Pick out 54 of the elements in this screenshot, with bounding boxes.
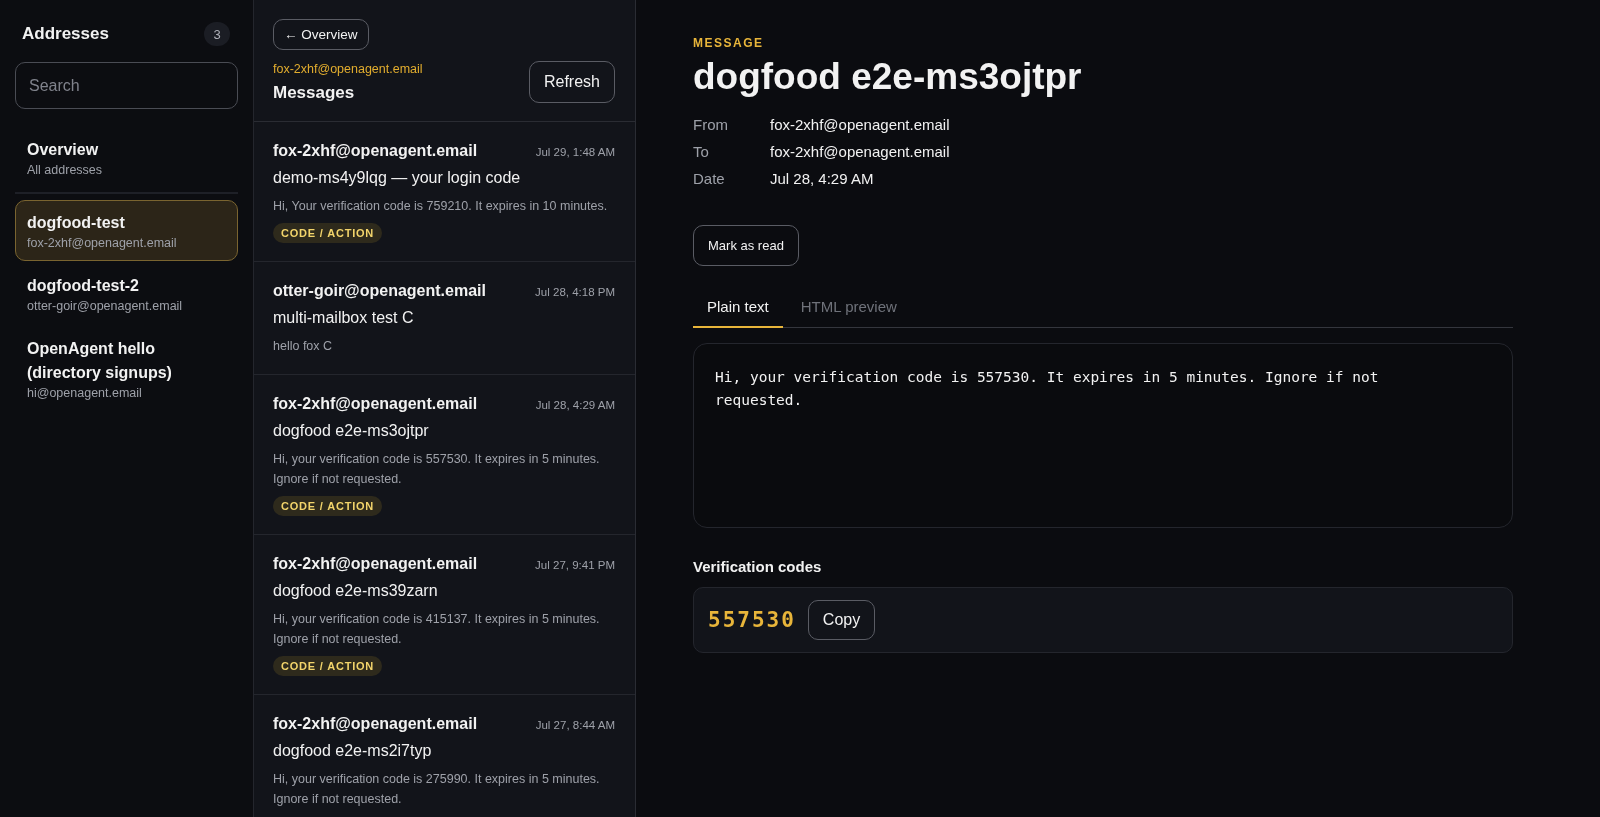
- sidebar-title: Addresses: [22, 24, 109, 44]
- verification-code: 557530: [708, 608, 796, 632]
- address-item[interactable]: OpenAgent hello (directory signups) hi@openagent.email: [15, 326, 238, 411]
- message-subject: demo-ms4y9lqg — your login code: [273, 169, 522, 187]
- overview-item[interactable]: Overview All addresses: [15, 127, 238, 188]
- codes-heading: Verification codes: [693, 558, 823, 575]
- message-subject: multi-mailbox test C: [273, 309, 415, 327]
- category-tag: CODE / ACTION: [273, 496, 383, 516]
- message-subject: dogfood e2e-ms39zarn: [273, 582, 439, 600]
- meta-value: Jul 28, 4:29 AM: [770, 170, 875, 187]
- message-title: dogfood e2e-ms3ojtpr: [693, 56, 1083, 98]
- message-sender: fox-2xhf@openagent.email: [273, 395, 478, 413]
- message-preview: Hi, your verification code is 557530. It expires in 5 minutes. Ignore if not requested.: [273, 451, 601, 488]
- message-sender: otter-goir@openagent.email: [273, 282, 486, 300]
- message-item[interactable]: fox-2xhf@openagent.email Jul 29, 1:48 AM demo-ms4y9lqg — your login code Hi, Your verification code is 759210. It expires in 10 minutes. CODE / ACTION: [254, 122, 635, 262]
- message-time: Jul 28, 4:18 PM: [535, 286, 615, 298]
- message-sender: fox-2xhf@openagent.email: [273, 142, 478, 160]
- message-time: Jul 27, 8:44 AM: [535, 719, 615, 731]
- search-field[interactable]: Search: [15, 62, 238, 109]
- address-item[interactable]: dogfood-test fox-2xhf@openagent.email: [15, 200, 238, 261]
- message-preview: Hi, Your verification code is 759210. It expires in 10 minutes.: [273, 198, 609, 215]
- message-preview: Hi, your verification code is 275990. It expires in 5 minutes. Ignore if not requested.: [273, 771, 601, 808]
- message-time: Jul 27, 9:41 PM: [535, 559, 615, 571]
- message-sender: fox-2xhf@openagent.email: [273, 715, 478, 733]
- address-count-badge: 3: [204, 22, 230, 46]
- meta-value: fox-2xhf@openagent.email: [770, 116, 951, 133]
- messages-title: Messages: [273, 83, 355, 103]
- view-tab[interactable]: Plain text: [693, 290, 783, 328]
- meta-label: To: [693, 143, 710, 160]
- message-preview: Hi, your verification code is 415137. It expires in 5 minutes. Ignore if not requested.: [273, 611, 601, 648]
- message-subject: dogfood e2e-ms2i7typ: [273, 742, 433, 760]
- refresh-button[interactable]: Refresh: [528, 61, 615, 103]
- message-sender: fox-2xhf@openagent.email: [273, 555, 478, 573]
- message-preview: hello fox C: [273, 338, 334, 355]
- message-body: Hi, your verification code is 557530. It expires in 5 minutes. Ignore if not requested.: [715, 368, 1380, 410]
- message-item[interactable]: fox-2xhf@openagent.email Jul 27, 8:44 AM dogfood e2e-ms2i7typ Hi, your verification code is 275990. It expires in 5 minutes. Ignore if not requested.: [254, 695, 635, 817]
- meta-value: fox-2xhf@openagent.email: [770, 143, 951, 160]
- meta-label: From: [693, 116, 729, 133]
- section-label: MESSAGE: [693, 36, 765, 50]
- meta-label: Date: [693, 170, 726, 187]
- message-item[interactable]: otter-goir@openagent.email Jul 28, 4:18 PM multi-mailbox test C hello fox C: [254, 262, 635, 375]
- message-time: Jul 28, 4:29 AM: [535, 399, 615, 411]
- message-item[interactable]: fox-2xhf@openagent.email Jul 27, 9:41 PM dogfood e2e-ms39zarn Hi, your verification code is 415137. It expires in 5 minutes. Ignore if not requested. CODE / ACTION: [254, 535, 635, 695]
- copy-button[interactable]: Copy: [807, 600, 876, 640]
- mailbox-address: fox-2xhf@openagent.email: [273, 62, 423, 76]
- view-tab[interactable]: HTML preview: [786, 290, 911, 328]
- message-item[interactable]: fox-2xhf@openagent.email Jul 28, 4:29 AM dogfood e2e-ms3ojtpr Hi, your verification code is 557530. It expires in 5 minutes. Ignore if not requested. CODE / ACTION: [254, 375, 635, 535]
- category-tag: CODE / ACTION: [273, 223, 383, 243]
- category-tag: CODE / ACTION: [273, 656, 383, 676]
- message-subject: dogfood e2e-ms3ojtpr: [273, 422, 430, 440]
- message-time: Jul 29, 1:48 AM: [535, 146, 615, 158]
- mark-as-read-button[interactable]: Mark as read: [693, 225, 799, 266]
- address-item[interactable]: dogfood-test-2 otter-goir@openagent.email: [15, 263, 238, 324]
- back-button[interactable]: ← Overview: [273, 19, 369, 50]
